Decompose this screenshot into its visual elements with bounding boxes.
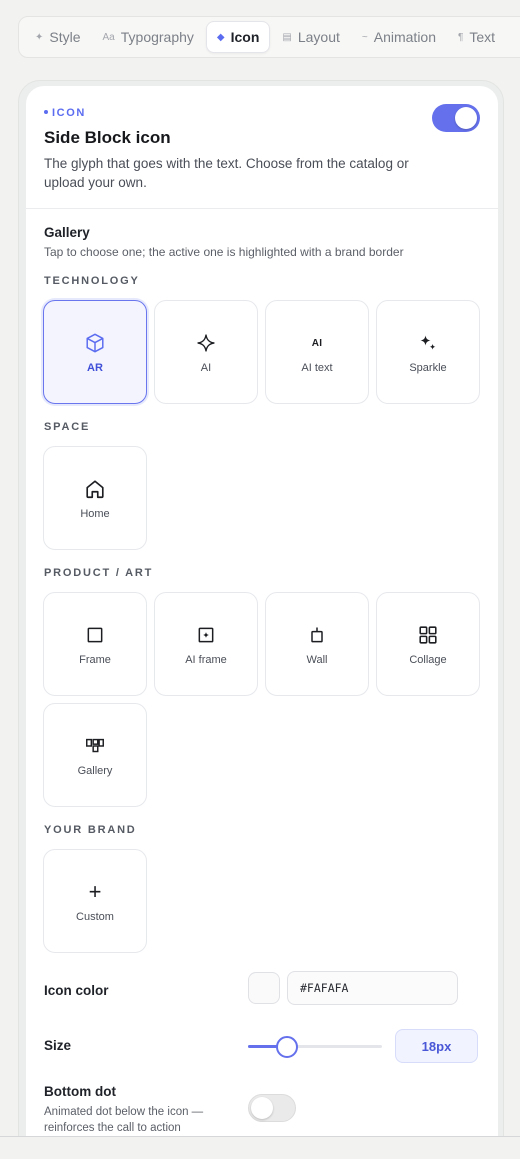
toggle-knob	[455, 107, 477, 129]
icon-option-label: Frame	[79, 654, 111, 666]
wave-icon: ~	[361, 31, 368, 43]
slider-thumb[interactable]	[275, 1036, 298, 1058]
icon-settings-panel: ICON Side Block icon The glyph that goes…	[26, 86, 498, 1159]
category-space: SPACE	[44, 421, 91, 433]
gallery-icon	[84, 733, 106, 759]
frame-icon	[85, 622, 105, 648]
tab-label: Layout	[297, 29, 340, 45]
tab-label: Text	[469, 29, 496, 45]
icon-option-label: Sparkle	[409, 362, 447, 374]
size-value-input[interactable]: 18px	[395, 1029, 478, 1063]
icon-option-collage[interactable]: Collage	[376, 592, 480, 696]
plus-icon: +	[89, 879, 102, 905]
icon-option-label: AR	[87, 362, 103, 374]
icon-option-label: AI text	[301, 362, 333, 374]
bottom-edge	[0, 1136, 520, 1159]
wall-icon	[307, 622, 327, 648]
bottom-dot-toggle[interactable]	[248, 1094, 296, 1122]
tab-animation[interactable]: ~ Animation	[352, 21, 446, 53]
icon-option-home[interactable]: Home	[43, 446, 147, 550]
plus-glyph: +	[88, 879, 102, 904]
tab-layout[interactable]: ▤ Layout	[272, 21, 350, 53]
gallery-description: Tap to choose one; the active one is hig…	[44, 245, 404, 259]
icon-option-ar[interactable]: AR	[43, 300, 147, 404]
icon-color-swatch[interactable]	[248, 972, 280, 1004]
icon-option-ai[interactable]: AI	[154, 300, 258, 404]
eyebrow-label: ICON	[52, 107, 86, 119]
panel-title: Side Block icon	[44, 128, 171, 147]
tab-text[interactable]: ¶ Text	[448, 21, 505, 53]
divider	[26, 208, 498, 209]
icon-enabled-toggle[interactable]	[432, 104, 480, 132]
bottom-dot-label: Bottom dot	[44, 1084, 116, 1099]
icon-option-sparkle[interactable]: Sparkle	[376, 300, 480, 404]
bottom-dot-description: Animated dot below the icon — reinforces…	[44, 1106, 204, 1134]
icon-option-gallery[interactable]: Gallery	[43, 703, 147, 807]
tab-label: Icon	[230, 29, 260, 45]
icon-option-label: Custom	[76, 911, 114, 923]
diamond-icon: ◆	[216, 31, 225, 43]
tab-label: Animation	[373, 29, 437, 45]
panel-description: The glyph that goes with the text. Choos…	[44, 156, 409, 190]
icon-option-label: Home	[80, 508, 110, 520]
icon-color-hex-input[interactable]: #FAFAFA	[287, 971, 458, 1005]
icon-option-custom[interactable]: + Custom	[43, 849, 147, 953]
tab-label: Style	[49, 29, 81, 45]
sparkles-icon	[418, 330, 438, 356]
category-product-art: PRODUCT / ART	[44, 567, 154, 579]
icon-option-ai-frame[interactable]: AI frame	[154, 592, 258, 696]
sparkle-icon: ✦	[35, 31, 44, 43]
tab-icon[interactable]: ◆ Icon	[205, 21, 271, 53]
icon-color-label: Icon color	[44, 983, 109, 998]
icon-option-label: AI	[200, 362, 212, 374]
tab-label: Typography	[120, 29, 194, 45]
size-label: Size	[44, 1038, 72, 1053]
category-your-brand: YOUR BRAND	[44, 824, 137, 836]
category-technology: TECHNOLOGY	[44, 275, 140, 287]
tab-style[interactable]: ✦ Style	[25, 21, 91, 53]
toggle-knob	[251, 1097, 273, 1119]
tab-bar: ✦ Style Aa Typography ◆ Icon ▤ Layout ~ Anima…	[18, 16, 520, 58]
eyebrow-dot-icon	[44, 110, 48, 115]
icon-option-label: Wall	[306, 654, 328, 666]
icon-option-wall[interactable]: Wall	[265, 592, 369, 696]
section-eyebrow: ICON	[44, 107, 86, 119]
size-slider[interactable]	[248, 1036, 382, 1058]
icon-option-frame[interactable]: Frame	[43, 592, 147, 696]
cube-icon	[84, 330, 106, 356]
icon-option-label: AI frame	[185, 654, 227, 666]
tab-typography[interactable]: Aa Typography	[93, 21, 204, 53]
sparkle-star-icon	[196, 330, 216, 356]
collage-icon	[417, 622, 439, 648]
home-icon	[84, 476, 106, 502]
ai-frame-icon	[196, 622, 216, 648]
ai-text-icon: AI	[312, 330, 322, 356]
paragraph-icon: ¶	[458, 31, 464, 43]
typography-icon: Aa	[102, 31, 115, 43]
layout-icon: ▤	[282, 31, 292, 43]
icon-option-ai-text[interactable]: AI AI text	[265, 300, 369, 404]
icon-option-label: Gallery	[77, 765, 113, 777]
icon-option-label: Collage	[409, 654, 447, 666]
ai-text-glyph: AI	[311, 337, 323, 349]
gallery-title: Gallery	[44, 225, 90, 240]
